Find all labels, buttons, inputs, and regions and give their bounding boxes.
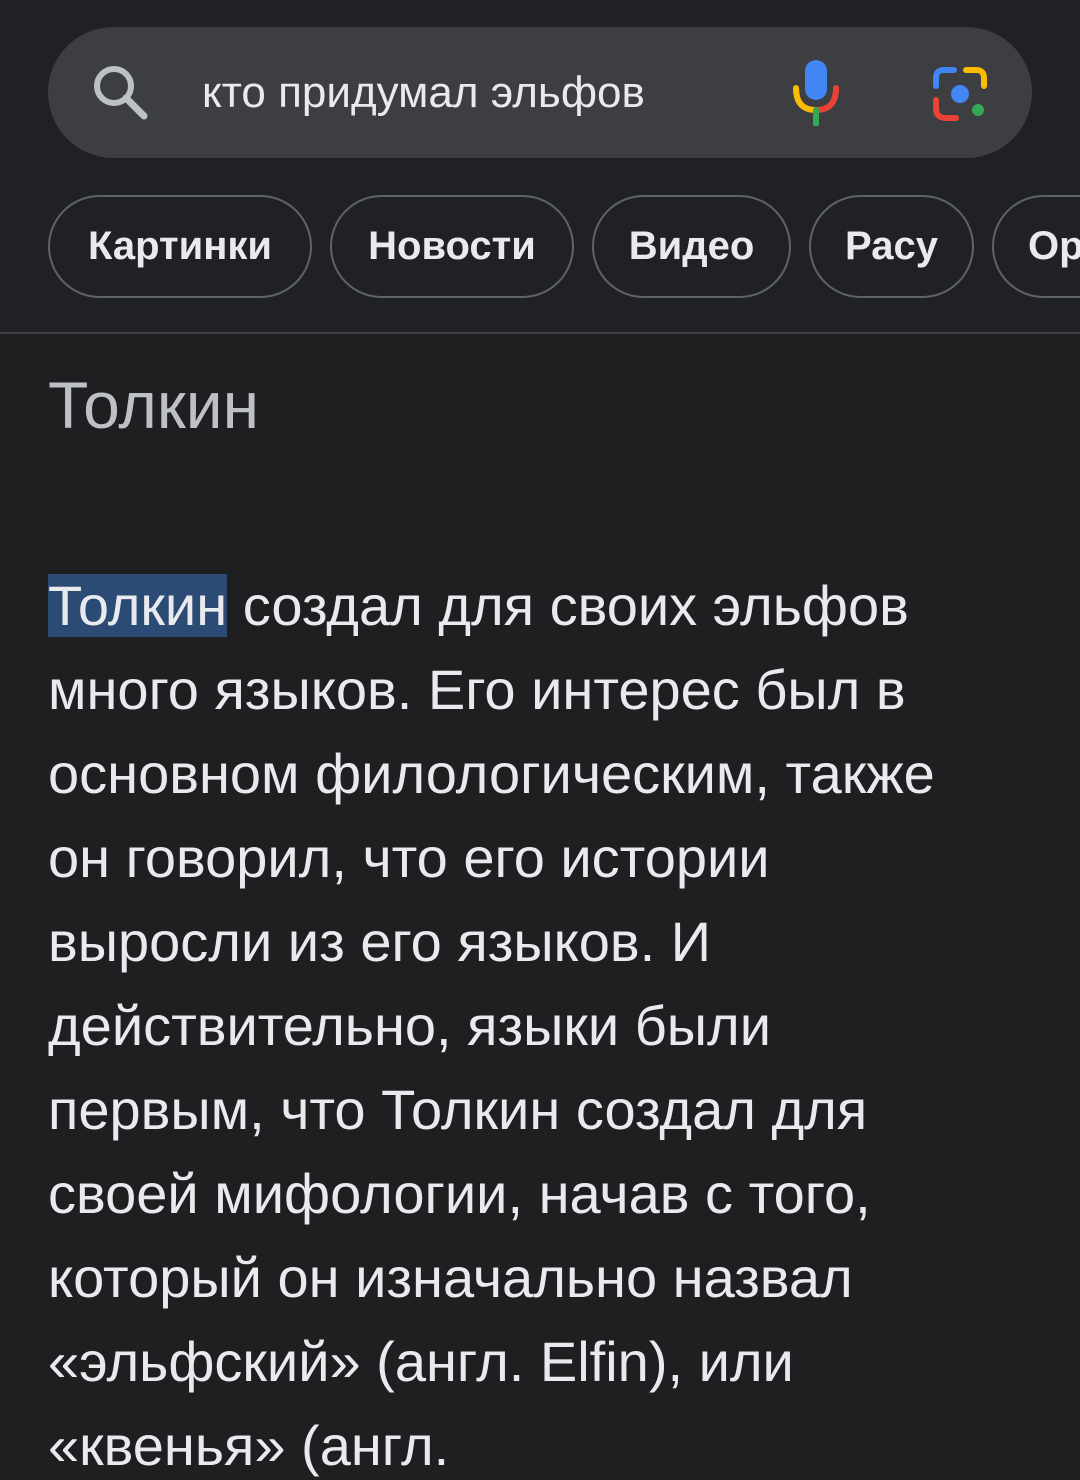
highlighted-term: Толкин (48, 574, 228, 637)
google-lens-icon[interactable] (928, 64, 992, 124)
answer-line: первым, что Толкин создал для (48, 1078, 868, 1141)
answer-line: который он изначально назвал (48, 1246, 853, 1309)
answer-line: «эльфский» (англ. Elfin), или (48, 1330, 794, 1393)
header-divider (0, 332, 1080, 334)
search-header: кто придумал эльфов Картинки Новости Вид… (0, 0, 1080, 332)
answer-line: «квенья» (англ. (48, 1414, 450, 1477)
answer-title: Толкин (48, 368, 260, 442)
answer-snippet: Толкин создал для своих эльфов много язы… (48, 564, 1058, 1480)
search-icon[interactable] (90, 62, 150, 122)
search-results-page: кто придумал эльфов Картинки Новости Вид… (0, 0, 1080, 1480)
microphone-icon[interactable] (790, 58, 842, 126)
answer-line: много языков. Его интерес был в (48, 658, 906, 721)
chip-video[interactable]: Видео (592, 195, 791, 298)
chip-race[interactable]: Расу (809, 195, 974, 298)
chip-partial[interactable]: Ор (992, 195, 1080, 298)
answer-line: основном филологическим, также (48, 742, 935, 805)
chip-images[interactable]: Картинки (48, 195, 312, 298)
answer-line: Толкин создал для своих эльфов (48, 564, 1058, 648)
answer-line: выросли из его языков. И (48, 910, 712, 973)
answer-line: он говорил, что его истории (48, 826, 770, 889)
answer-line: своей мифологии, начав с того, (48, 1162, 871, 1225)
search-input[interactable]: кто придумал эльфов (202, 60, 645, 126)
answer-line-text: создал для своих эльфов (227, 574, 909, 637)
chip-news[interactable]: Новости (330, 195, 574, 298)
search-filter-chips: Картинки Новости Видео Расу Ор (0, 195, 1080, 302)
answer-line: действительно, языки были (48, 994, 771, 1057)
